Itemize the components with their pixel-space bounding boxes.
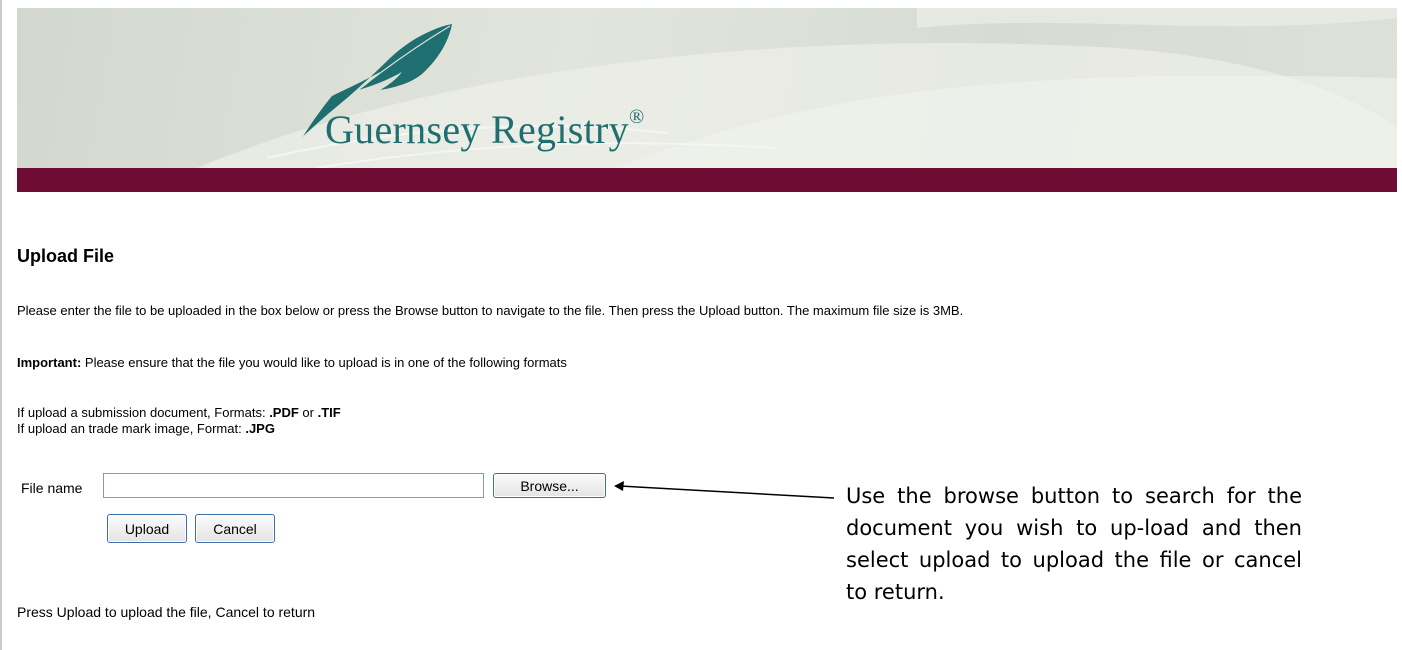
upload-button[interactable]: Upload — [107, 514, 187, 543]
header-banner: Guernsey Registry® — [17, 8, 1397, 168]
format-code-tif: .TIF — [317, 405, 341, 420]
format-code-jpg: .JPG — [245, 421, 275, 436]
page-title: Upload File — [17, 246, 115, 266]
important-note: Important: Please ensure that the file y… — [17, 355, 567, 370]
banner-background-art — [197, 8, 1397, 168]
format-line-submission: If upload a submission document, Formats… — [17, 405, 341, 420]
brand-logo-text: Guernsey Registry® — [325, 105, 645, 152]
callout-arrow-icon — [614, 481, 835, 499]
browse-button[interactable]: Browse... — [493, 473, 606, 498]
header-stripe — [17, 168, 1397, 192]
left-border — [0, 0, 2, 650]
important-text: Please ensure that the file you would li… — [81, 355, 567, 370]
file-name-input[interactable] — [103, 473, 484, 498]
callout-annotation: Use the browse button to search for the … — [846, 484, 1302, 604]
format-code-pdf: .PDF — [269, 405, 299, 420]
file-name-label: File name — [21, 480, 83, 496]
format-line-image: If upload an trade mark image, Format: .… — [17, 421, 275, 436]
footer-instructions: Press Upload to upload the file, Cancel … — [17, 604, 316, 620]
important-label: Important: — [17, 355, 82, 370]
instructions-text: Please enter the file to be uploaded in … — [17, 303, 964, 318]
cancel-button[interactable]: Cancel — [195, 514, 275, 543]
